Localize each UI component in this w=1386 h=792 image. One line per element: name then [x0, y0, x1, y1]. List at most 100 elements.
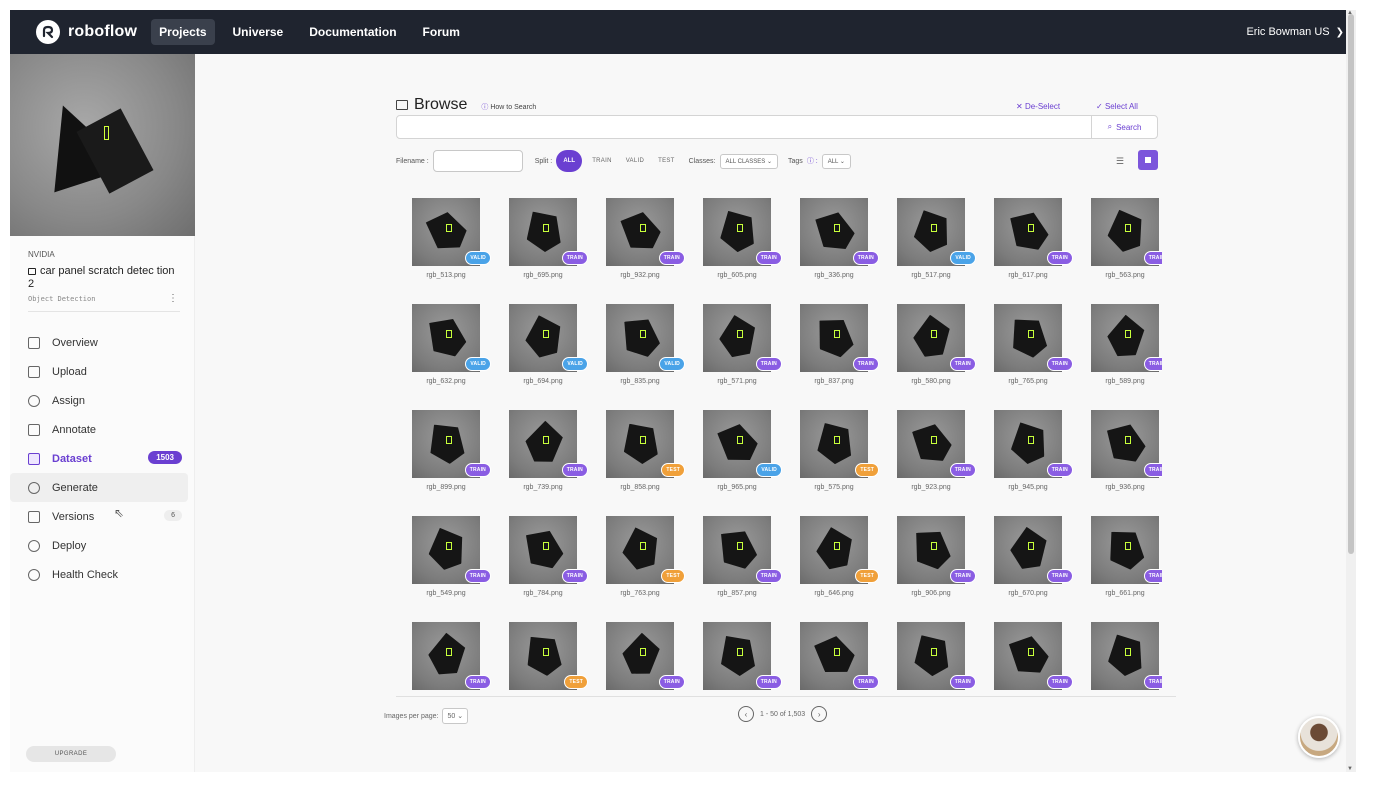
image-filename: rgb_899.png	[426, 484, 466, 491]
tags-dropdown[interactable]: ALL ⌄	[821, 153, 851, 169]
prev-page-button[interactable]: ‹	[738, 706, 754, 722]
scrollbar-thumb[interactable]	[1348, 14, 1354, 554]
image-tile[interactable]: TRAIN rgb_589.png	[1081, 302, 1162, 408]
split-train-button[interactable]: TRAIN	[592, 158, 612, 164]
tags-help-icon[interactable]: ⓘ :	[807, 156, 818, 166]
image-tile[interactable]: TRAIN rgb_605.png	[693, 196, 790, 302]
image-tile[interactable]: TRAIN	[693, 620, 790, 690]
image-filename: rgb_932.png	[620, 272, 660, 279]
image-tile[interactable]: TRAIN rgb_739.png	[499, 408, 596, 514]
search-input[interactable]	[397, 116, 1091, 138]
image-tile[interactable]: TEST rgb_858.png	[596, 408, 693, 514]
nav-documentation[interactable]: Documentation	[301, 19, 404, 45]
image-tile[interactable]: TRAIN rgb_549.png	[402, 514, 499, 620]
image-tile[interactable]: VALID rgb_513.png	[402, 196, 499, 302]
nav-forum[interactable]: Forum	[415, 19, 468, 45]
image-tile[interactable]: VALID rgb_835.png	[596, 302, 693, 408]
sidebar-item-dataset[interactable]: Dataset 1503	[10, 444, 188, 473]
classes-label: Classes:	[688, 157, 716, 165]
image-filename: rgb_336.png	[814, 272, 854, 279]
user-menu[interactable]: Eric Bowman US ❯	[1246, 10, 1344, 54]
image-tile[interactable]: VALID rgb_965.png	[693, 408, 790, 514]
classes-dropdown[interactable]: ALL CLASSES ⌄	[719, 153, 779, 169]
user-name: Eric Bowman US	[1246, 26, 1330, 38]
image-tile[interactable]: TRAIN	[887, 620, 984, 690]
image-tile[interactable]: TEST	[499, 620, 596, 690]
image-tile[interactable]: TRAIN rgb_857.png	[693, 514, 790, 620]
image-tile[interactable]: TRAIN	[1081, 620, 1162, 690]
sidebar-item-overview[interactable]: Overview	[10, 328, 188, 357]
support-avatar[interactable]	[1298, 716, 1340, 758]
image-filename: rgb_661.png	[1105, 590, 1145, 597]
search-button[interactable]: ⌕ Search	[1091, 116, 1157, 138]
image-tile[interactable]: TRAIN rgb_661.png	[1081, 514, 1162, 620]
scroll-down-icon[interactable]: ▼	[1347, 766, 1353, 772]
sidebar-item-deploy[interactable]: Deploy	[10, 531, 188, 560]
split-badge: TRAIN	[464, 463, 491, 477]
image-tile[interactable]: TRAIN rgb_695.png	[499, 196, 596, 302]
how-to-search-link[interactable]: ⓘ How to Search	[481, 102, 536, 112]
split-badge: TRAIN	[755, 357, 782, 371]
image-tile[interactable]: TRAIN	[790, 620, 887, 690]
annotate-icon	[28, 423, 40, 436]
sidebar-item-annotate[interactable]: Annotate	[10, 415, 188, 444]
image-tile[interactable]: VALID rgb_632.png	[402, 302, 499, 408]
image-tile[interactable]: TRAIN rgb_670.png	[984, 514, 1081, 620]
image-tile[interactable]: TRAIN rgb_617.png	[984, 196, 1081, 302]
per-page-dropdown[interactable]: 50 ⌄	[442, 708, 469, 724]
select-all-button[interactable]: ✓ Select All	[1096, 102, 1138, 111]
sidebar-item-health-check[interactable]: Health Check	[10, 560, 188, 589]
split-label: Split :	[534, 157, 553, 165]
image-tile[interactable]: TRAIN	[984, 620, 1081, 690]
split-valid-button[interactable]: VALID	[626, 158, 644, 164]
split-badge: TRAIN	[949, 357, 976, 371]
split-badge: TRAIN	[755, 675, 782, 689]
page-scrollbar[interactable]: ▲ ▼	[1346, 10, 1356, 772]
image-tile[interactable]: TRAIN rgb_336.png	[790, 196, 887, 302]
project-name: car panel scratch detec tion 2	[28, 265, 175, 290]
grid-view-icon[interactable]	[1138, 150, 1158, 170]
sidebar-item-upload[interactable]: Upload	[10, 357, 188, 386]
nav-projects[interactable]: Projects	[151, 19, 215, 45]
image-tile[interactable]: VALID rgb_694.png	[499, 302, 596, 408]
image-tile[interactable]: TRAIN	[402, 620, 499, 690]
image-tile[interactable]: TRAIN rgb_837.png	[790, 302, 887, 408]
split-test-button[interactable]: TEST	[658, 158, 675, 164]
image-tile[interactable]: TRAIN rgb_571.png	[693, 302, 790, 408]
more-options-icon[interactable]: ⋮	[168, 293, 178, 304]
image-filename: rgb_589.png	[1105, 378, 1145, 385]
image-tile[interactable]: TRAIN rgb_945.png	[984, 408, 1081, 514]
filename-input[interactable]	[432, 150, 523, 172]
image-tile[interactable]: TRAIN rgb_580.png	[887, 302, 984, 408]
image-tile[interactable]: TEST rgb_575.png	[790, 408, 887, 514]
image-tile[interactable]: TRAIN	[596, 620, 693, 690]
sidebar-item-label: Deploy	[52, 539, 87, 552]
list-view-icon[interactable]: ☰	[1116, 156, 1124, 167]
image-filename: rgb_763.png	[620, 590, 660, 597]
image-tile[interactable]: TRAIN rgb_936.png	[1081, 408, 1162, 514]
image-tile[interactable]: TRAIN rgb_899.png	[402, 408, 499, 514]
image-tile[interactable]: TEST rgb_646.png	[790, 514, 887, 620]
image-filename: rgb_923.png	[911, 484, 951, 491]
split-badge: TRAIN	[561, 463, 588, 477]
brand-logo[interactable]: roboflow	[36, 20, 137, 44]
sidebar-item-generate[interactable]: Generate	[10, 473, 188, 502]
image-tile[interactable]: TRAIN rgb_923.png	[887, 408, 984, 514]
image-tile[interactable]: TRAIN rgb_563.png	[1081, 196, 1162, 302]
image-tile[interactable]: TRAIN rgb_784.png	[499, 514, 596, 620]
nav-universe[interactable]: Universe	[225, 19, 292, 45]
image-tile[interactable]: TRAIN rgb_765.png	[984, 302, 1081, 408]
deselect-button[interactable]: ✕ De-Select	[1016, 102, 1060, 111]
image-tile[interactable]: TRAIN rgb_906.png	[887, 514, 984, 620]
image-tile[interactable]: TEST rgb_763.png	[596, 514, 693, 620]
split-all-button[interactable]: ALL	[556, 150, 583, 172]
image-filename: rgb_765.png	[1008, 378, 1048, 385]
sidebar-item-versions[interactable]: Versions 6	[10, 502, 188, 531]
upgrade-button[interactable]: UPGRADE	[26, 746, 116, 762]
tags-value: ALL	[827, 158, 839, 165]
image-tile[interactable]: TRAIN rgb_932.png	[596, 196, 693, 302]
lock-icon	[28, 268, 36, 275]
sidebar-item-assign[interactable]: Assign	[10, 386, 188, 415]
image-tile[interactable]: VALID rgb_517.png	[887, 196, 984, 302]
next-page-button[interactable]: ›	[811, 706, 828, 722]
